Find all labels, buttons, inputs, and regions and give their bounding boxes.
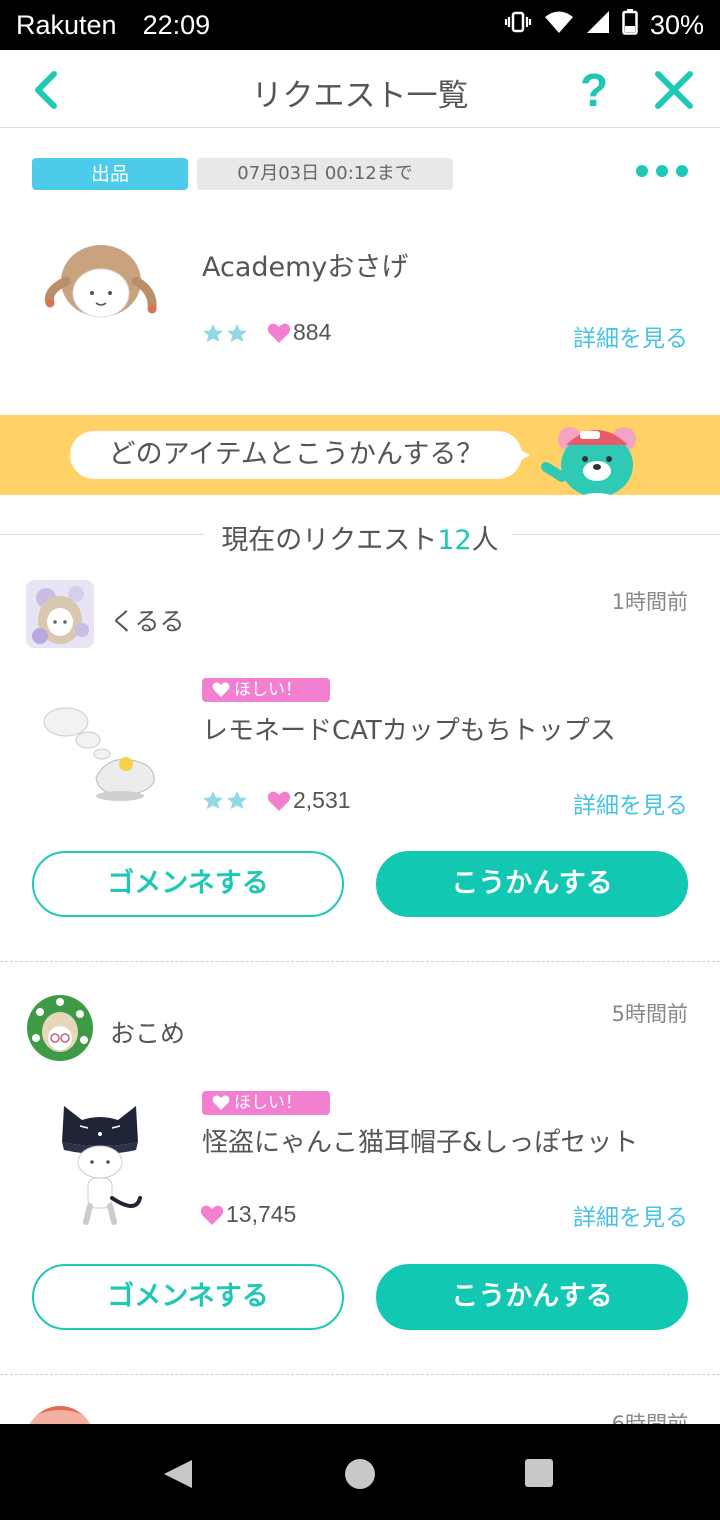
avatar[interactable] <box>26 1406 94 1424</box>
status-bar: Rakuten 22:09 30% <box>0 0 720 50</box>
system-nav-bar <box>0 1424 720 1520</box>
want-badge-label: ほしい！ <box>234 680 302 700</box>
close-icon <box>655 71 693 109</box>
signal-icon <box>586 10 610 41</box>
close-button[interactable] <box>652 68 696 112</box>
more-options-button[interactable] <box>636 163 688 179</box>
want-badge: ほしい！ <box>202 678 330 702</box>
want-badge-label: ほしい！ <box>234 1093 302 1113</box>
star-icon <box>227 791 247 809</box>
request-time: 5時間前 <box>611 1002 688 1026</box>
request-count-heading: 現在のリクエスト12人 <box>0 496 720 576</box>
star-icon <box>227 324 247 342</box>
rarity-stars <box>202 323 248 343</box>
heart-icon <box>267 323 291 343</box>
request-detail-link[interactable]: 詳細を見る <box>573 786 688 820</box>
exchange-button[interactable]: こうかんする <box>376 851 688 917</box>
card-divider <box>0 961 720 962</box>
speech-bubble: どのアイテムとこうかんする？ <box>70 431 522 479</box>
battery-percent: 30% <box>649 9 704 40</box>
braids-hair-thumbnail[interactable] <box>36 221 166 351</box>
heart-icon <box>267 791 291 811</box>
app-header: リクエスト一覧 ? <box>0 50 720 128</box>
request-count-number: 12 <box>437 525 472 556</box>
request-card: 6時間前 <box>0 1400 720 1424</box>
star-icon <box>203 791 223 809</box>
listing-detail-link[interactable]: 詳細を見る <box>573 319 688 353</box>
dot-icon <box>656 165 668 177</box>
nav-home-button[interactable] <box>344 1458 376 1494</box>
deadline-badge: 07月03日 00:12まで <box>197 158 453 190</box>
listing-tag: 出品 <box>32 158 188 190</box>
requester-name: おこめ <box>110 1019 186 1048</box>
request-time: 1時間前 <box>611 590 688 614</box>
heart-icon <box>212 682 230 697</box>
heart-icon <box>212 1095 230 1110</box>
request-detail-link[interactable]: 詳細を見る <box>573 1198 688 1232</box>
like-count-value: 2,531 <box>293 787 351 813</box>
speech-bubble-tail <box>512 445 530 465</box>
nav-recents-button[interactable] <box>524 1458 554 1492</box>
request-time: 6時間前 <box>611 1412 688 1424</box>
exchange-prompt-banner: どのアイテムとこうかんする？ <box>0 415 720 495</box>
like-count-value: 13,745 <box>226 1201 297 1227</box>
request-count-prefix: 現在のリクエスト <box>221 525 438 556</box>
square-recents-icon <box>525 1459 553 1487</box>
triangle-back-icon <box>164 1460 192 1488</box>
clock: 22:09 <box>142 9 211 40</box>
avatar[interactable] <box>26 994 94 1062</box>
request-item-name: 怪盗にゃんこ猫耳帽子&しっぽセット <box>202 1128 639 1158</box>
battery-icon <box>622 8 638 42</box>
bear-mascot-image <box>540 417 652 495</box>
exchange-button[interactable]: こうかんする <box>376 1264 688 1330</box>
dot-icon <box>636 165 648 177</box>
dot-icon <box>676 165 688 177</box>
like-count: 2,531 <box>267 787 351 814</box>
want-badge: ほしい！ <box>202 1091 330 1115</box>
decline-button[interactable]: ゴメンネする <box>32 851 344 917</box>
heart-icon <box>200 1205 224 1225</box>
like-count: 13,745 <box>200 1201 296 1228</box>
cat-cup-top-thumbnail[interactable] <box>36 698 166 828</box>
nav-back-button[interactable] <box>162 1458 194 1494</box>
listing-item-name: Academyおさげ <box>202 252 409 283</box>
request-card: おこめ 5時間前 ほしい！ 怪盗にゃんこ猫耳帽子&しっぽセット 13,745 詳… <box>0 990 720 1402</box>
help-button[interactable]: ? <box>574 62 614 118</box>
listing-card: 出品 07月03日 00:12まで Academyおさげ 884 詳細を見る <box>0 129 720 415</box>
vibrate-icon <box>504 10 532 41</box>
circle-home-icon <box>345 1459 375 1489</box>
like-count: 884 <box>267 319 331 346</box>
carrier-label: Rakuten <box>16 9 117 40</box>
request-count-text: 現在のリクエスト12人 <box>0 518 720 557</box>
request-item-name: レモネードCATカップもちトップス <box>202 716 616 746</box>
request-card: くるる 1時間前 ほしい！ レモネードCATカップもちトップス 2,531 詳細… <box>0 576 720 988</box>
cat-ear-hat-thumbnail[interactable] <box>40 1098 170 1228</box>
request-count-suffix: 人 <box>471 525 499 556</box>
requester-name: くるる <box>110 607 185 636</box>
rarity-stars <box>202 790 248 810</box>
wifi-icon <box>544 10 574 41</box>
like-count-value: 884 <box>293 319 332 345</box>
star-icon <box>203 324 223 342</box>
avatar[interactable] <box>26 580 94 648</box>
decline-button[interactable]: ゴメンネする <box>32 1264 344 1330</box>
card-divider <box>0 1374 720 1375</box>
